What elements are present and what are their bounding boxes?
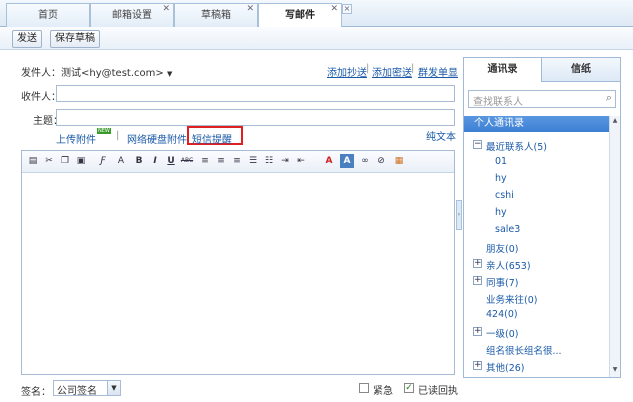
tab-label: 写邮件 [285, 10, 315, 21]
strikethrough-icon[interactable]: ABC [180, 154, 194, 168]
tab-compose[interactable]: 写邮件 ✕ [258, 3, 342, 28]
group-level-one[interactable]: 一级(0) [486, 326, 518, 340]
compose-toolbar: 发送 保存草稿 [0, 27, 633, 50]
collapse-panel-handle[interactable]: › [456, 200, 462, 230]
contact-item[interactable]: 01 [495, 156, 507, 167]
tab-drafts[interactable]: 草稿箱 ✕ [174, 3, 258, 27]
recipient-label: 收件人： [21, 92, 61, 103]
group-business[interactable]: 业务来往(0) [486, 292, 537, 306]
scroll-up-icon[interactable]: ▲ [610, 116, 620, 127]
expand-icon[interactable]: + [473, 361, 482, 370]
tab-bar: 首页 邮箱设置 ✕ 草稿箱 ✕ 写邮件 ✕ × [0, 0, 633, 28]
sender-select[interactable]: 测试<hy@test.com> ▼ [61, 64, 172, 79]
separator: | [411, 63, 415, 74]
sender-value: 测试<hy@test.com> [61, 68, 164, 79]
save-draft-button[interactable]: 保存草稿 [50, 30, 100, 48]
source-icon[interactable]: ▤ [26, 154, 40, 168]
group-recent[interactable]: 最近联系人(5) [486, 139, 547, 153]
indent-icon[interactable]: ⇥ [278, 154, 292, 168]
search-icon[interactable]: ⌕ [606, 91, 612, 105]
align-right-icon[interactable]: ≡ [230, 154, 244, 168]
expand-icon[interactable]: + [473, 276, 482, 285]
font-family-icon[interactable]: Ƒ [96, 154, 110, 168]
chevron-down-icon: ▼ [166, 70, 173, 78]
close-icon[interactable]: ✕ [162, 5, 170, 14]
contact-item[interactable]: hy [495, 173, 507, 184]
contact-item[interactable]: cshi [495, 190, 514, 201]
signature-select[interactable]: 公司签名 ▼ [53, 380, 121, 397]
separator: | [366, 63, 370, 74]
collapse-icon[interactable]: − [473, 140, 482, 149]
upload-label: 上传附件 [56, 135, 96, 146]
new-badge: NEW [97, 128, 111, 134]
editor[interactable]: ▤ ✂ ❐ ▣ Ƒ A B I U ABC ≡ ≡ ≡ ☰ ☷ ⇥ ⇤ A A … [21, 150, 455, 375]
bold-icon[interactable]: B [132, 154, 146, 168]
paste-icon[interactable]: ▣ [74, 154, 88, 168]
contacts-panel: 通讯录 信纸 查找联系人 ⌕ 个人通讯录 ▲ ▼ − 最近联系人(5) 01 h… [463, 57, 621, 378]
network-disk-link[interactable]: 网络硬盘附件 [127, 131, 187, 146]
sender-label: 发件人： [21, 68, 61, 79]
underline-icon[interactable]: U [164, 154, 178, 168]
font-color-icon[interactable]: A [322, 154, 336, 168]
tab-mail-settings[interactable]: 邮箱设置 ✕ [90, 3, 174, 27]
outdent-icon[interactable]: ⇤ [294, 154, 308, 168]
scrollbar[interactable]: ▲ ▼ [609, 116, 620, 377]
contact-search-input[interactable]: 查找联系人 ⌕ [468, 90, 616, 108]
contact-item[interactable]: hy [495, 207, 507, 218]
separator: | [116, 130, 120, 141]
new-tab-icon[interactable]: × [342, 4, 352, 14]
tab-label: 首页 [38, 10, 58, 21]
urgent-checkbox[interactable] [359, 383, 369, 393]
italic-icon[interactable]: I [148, 154, 162, 168]
group-friends[interactable]: 朋友(0) [486, 241, 518, 255]
send-button[interactable]: 发送 [12, 30, 42, 48]
tab-label: 邮箱设置 [112, 10, 152, 21]
tab-label: 草稿箱 [201, 10, 231, 21]
copy-icon[interactable]: ❐ [58, 154, 72, 168]
close-icon[interactable]: ✕ [246, 5, 254, 14]
tab-stationery[interactable]: 信纸 [542, 58, 620, 82]
close-icon[interactable]: ✕ [330, 5, 338, 14]
sms-remind-link[interactable]: 短信提醒 [192, 131, 232, 146]
editor-toolbar: ▤ ✂ ❐ ▣ Ƒ A B I U ABC ≡ ≡ ≡ ☰ ☷ ⇥ ⇤ A A … [22, 151, 454, 173]
group-424[interactable]: 424(0) [486, 309, 518, 320]
group-family[interactable]: 亲人(653) [486, 258, 531, 272]
add-cc-link[interactable]: 添加抄送 [327, 64, 367, 79]
link-icon[interactable]: ∞ [358, 154, 372, 168]
single-send-link[interactable]: 群发单显 [418, 64, 458, 79]
tab-address-book[interactable]: 通讯录 [464, 58, 542, 82]
group-colleagues[interactable]: 同事(7) [486, 275, 518, 289]
tab-home[interactable]: 首页 [6, 3, 90, 27]
read-receipt-label: 已读回执 [418, 386, 458, 397]
cut-icon[interactable]: ✂ [42, 154, 56, 168]
section-title: 个人通讯录 [464, 116, 609, 132]
read-receipt-checkbox[interactable]: ✓ [404, 383, 414, 393]
search-placeholder: 查找联系人 [473, 97, 523, 108]
upload-attachment-link[interactable]: 上传附件 NEW [56, 128, 111, 146]
urgent-label: 紧急 [373, 386, 393, 397]
expand-icon[interactable]: + [473, 259, 482, 268]
ordered-list-icon[interactable]: ☰ [246, 154, 260, 168]
background-color-icon[interactable]: A [340, 154, 354, 168]
contact-item[interactable]: sale3 [495, 224, 520, 235]
scroll-down-icon[interactable]: ▼ [610, 365, 620, 376]
group-other[interactable]: 其他(26) [486, 360, 525, 374]
font-size-icon[interactable]: A [114, 154, 128, 168]
signature-value: 公司签名 [57, 386, 97, 397]
group-long-name[interactable]: 组名很长组名很... [486, 343, 562, 357]
add-bcc-link[interactable]: 添加密送 [372, 64, 412, 79]
unlink-icon[interactable]: ⊘ [374, 154, 388, 168]
recipient-input[interactable] [56, 85, 455, 102]
plain-text-link[interactable]: 纯文本 [426, 128, 456, 143]
align-left-icon[interactable]: ≡ [198, 154, 212, 168]
chevron-down-icon: ▼ [107, 381, 120, 395]
signature-label: 签名： [21, 387, 51, 398]
expand-icon[interactable]: + [473, 327, 482, 336]
image-icon[interactable]: ▦ [392, 154, 406, 168]
align-center-icon[interactable]: ≡ [214, 154, 228, 168]
unordered-list-icon[interactable]: ☷ [262, 154, 276, 168]
subject-input[interactable] [56, 109, 455, 126]
